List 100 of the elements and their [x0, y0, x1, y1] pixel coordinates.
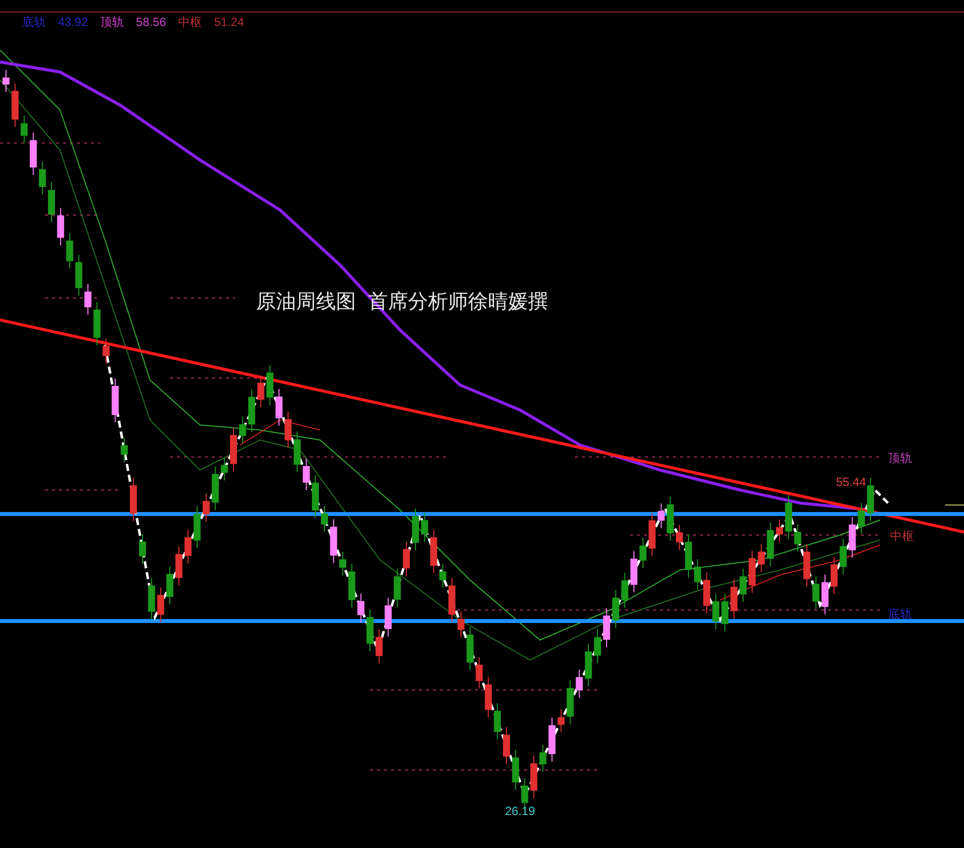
candlestick [676, 524, 683, 550]
candlestick [840, 538, 847, 575]
candlestick [812, 576, 820, 610]
candlestick [366, 609, 374, 652]
band-label: 底轨 [888, 606, 912, 623]
candlestick [139, 534, 146, 564]
candlestick [721, 593, 728, 632]
candlestick [57, 207, 64, 246]
candlestick [703, 572, 710, 614]
candlestick [84, 284, 92, 316]
candlestick [848, 516, 856, 558]
legend-label: 顶轨 [100, 14, 124, 31]
candlestick [312, 474, 319, 519]
legend-value: 58.56 [136, 14, 166, 31]
candlestick [822, 574, 828, 615]
candlestick [248, 388, 256, 432]
candlestick [794, 524, 802, 552]
candlestick [830, 556, 838, 595]
chart-annotation: 原油周线图 [256, 288, 356, 315]
candlestick [230, 427, 237, 472]
candlestick [120, 437, 128, 463]
price-label: 26.19 [505, 803, 536, 820]
candlestick [503, 726, 510, 765]
candlestick [558, 709, 565, 733]
candlestick [294, 431, 301, 473]
candlestick [685, 534, 692, 578]
candlestick [666, 496, 674, 542]
candlestick [330, 518, 338, 564]
candlestick [357, 593, 364, 624]
candlestick [239, 416, 246, 444]
candlestick [220, 456, 228, 481]
candlestick [257, 374, 264, 408]
candlestick [458, 610, 464, 638]
candlestick [484, 676, 492, 718]
candlestick [640, 538, 646, 569]
legend-label: 中枢 [178, 14, 202, 31]
candlestick [494, 702, 501, 740]
candlestick [339, 551, 346, 576]
candlestick [603, 608, 610, 648]
candlestick [776, 519, 783, 542]
candlestick [694, 558, 702, 590]
candlestick [421, 512, 428, 542]
candlestick [740, 568, 747, 602]
candlestick [402, 541, 410, 576]
candlestick [748, 550, 756, 594]
candlestick [38, 161, 46, 195]
candlestick [584, 643, 592, 687]
candlestick [384, 597, 392, 638]
candlestick [858, 502, 865, 534]
candlestick [412, 508, 419, 551]
candlestick [302, 458, 310, 491]
candlestick [112, 378, 119, 423]
candlestick [612, 590, 620, 628]
legend-value: 51.24 [214, 14, 244, 31]
candlestick [376, 628, 383, 664]
legend-value: 43.92 [58, 14, 88, 31]
candlestick [321, 505, 328, 532]
candlestick [548, 717, 556, 762]
candlestick [803, 544, 810, 588]
candlestick [476, 656, 483, 689]
candlestick [284, 411, 292, 448]
candlestick [630, 550, 638, 593]
candlestick [175, 546, 182, 586]
candlestick [439, 563, 446, 588]
legend-label: 底轨 [22, 14, 46, 31]
candlestick [448, 578, 456, 623]
candlestick [658, 502, 665, 529]
band-label: 顶轨 [888, 450, 912, 467]
candlestick [266, 364, 274, 406]
candlestick [430, 529, 438, 574]
candlestick [466, 626, 474, 671]
candlestick [130, 477, 137, 522]
candlestick [202, 493, 210, 522]
candlestick [194, 506, 201, 549]
candlestick [102, 338, 110, 364]
candlestick [166, 566, 174, 605]
candlestick [276, 388, 282, 426]
candlestick [594, 629, 601, 664]
candlestick [712, 593, 720, 630]
candlestick [758, 544, 765, 572]
candlestick [2, 70, 10, 92]
candlestick [530, 755, 538, 799]
band-label: 中枢 [890, 528, 914, 545]
candlestick [30, 132, 37, 176]
candlestick [94, 302, 100, 346]
candlestick [867, 477, 874, 522]
candlestick [621, 572, 628, 608]
candlestick [730, 578, 738, 620]
candlestick [348, 564, 356, 608]
candlestick [648, 512, 656, 557]
candlestick [48, 182, 55, 223]
candlestick [66, 232, 74, 270]
candlestick [566, 680, 574, 725]
candlestick [184, 529, 192, 564]
candlestick [539, 744, 546, 772]
candlestick [20, 115, 28, 144]
candlestick [766, 522, 774, 567]
candlestick [157, 586, 164, 623]
candlestick [785, 494, 792, 540]
candlestick [512, 749, 520, 790]
